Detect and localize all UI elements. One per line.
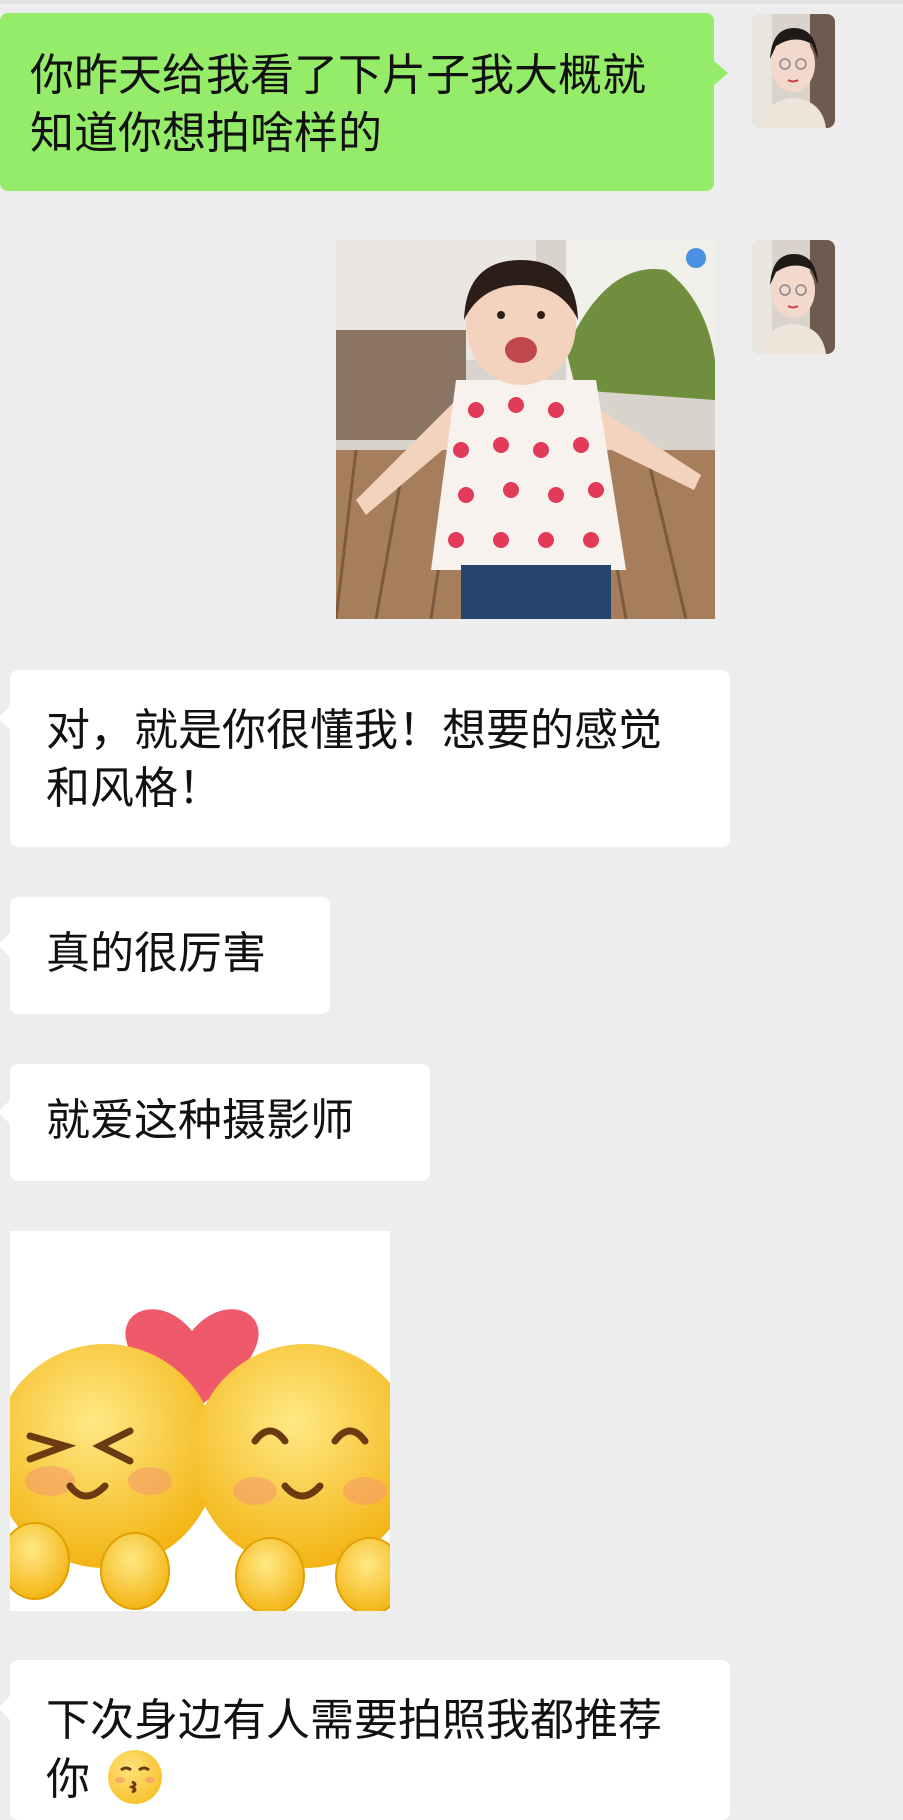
message-bubble-sent[interactable]: 你昨天给我看了下片子我大概就知道你想拍啥样的 (0, 13, 728, 191)
message-bubble-received[interactable]: 对，就是你很懂我！想要的感觉和风格！ (0, 670, 730, 847)
message-bubble-received[interactable]: 真的很厉害 (0, 897, 330, 1014)
message-text: 真的很厉害 (46, 928, 266, 979)
message-bubble-received[interactable]: 下次身边有人需要拍照我都推荐你 (0, 1660, 730, 1820)
self-avatar[interactable] (752, 240, 835, 354)
message-text: 你昨天给我看了下片子我大概就知道你想拍啥样的 (30, 50, 646, 159)
self-avatar[interactable] (752, 14, 835, 128)
received-sticker[interactable] (10, 1231, 390, 1611)
blowing-kiss-emoji-icon (108, 1750, 162, 1804)
sent-photo[interactable] (336, 240, 715, 619)
message-text: 对，就是你很懂我！想要的感觉和风格！ (46, 705, 662, 814)
top-divider (0, 0, 903, 4)
message-text: 就爱这种摄影师 (46, 1095, 354, 1146)
message-bubble-received[interactable]: 就爱这种摄影师 (0, 1064, 430, 1181)
